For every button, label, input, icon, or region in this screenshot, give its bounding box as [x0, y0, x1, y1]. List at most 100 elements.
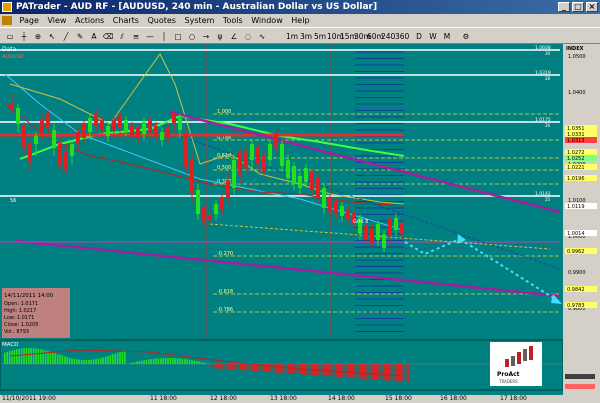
- macd-bar: [59, 354, 61, 364]
- macd-bar: [95, 359, 97, 364]
- macd-bar: [248, 364, 251, 371]
- macd-bar: [395, 364, 397, 381]
- candle-body: [76, 132, 80, 144]
- menu-page[interactable]: Page: [17, 14, 42, 27]
- horizontal-line-icon[interactable]: —: [144, 30, 156, 43]
- price-tag-label: 0.9962: [567, 249, 585, 255]
- new-icon[interactable]: ▭: [4, 30, 16, 43]
- settings-icon[interactable]: ⚙: [460, 30, 472, 43]
- tf-60m[interactable]: 60m: [367, 30, 384, 43]
- maximize-button[interactable]: □: [572, 2, 584, 12]
- tf-30m[interactable]: 30m: [354, 30, 371, 43]
- tf-360[interactable]: 360: [395, 30, 409, 43]
- candle-body: [58, 144, 62, 166]
- macd-bar: [356, 364, 359, 379]
- menu-charts[interactable]: Charts: [110, 14, 142, 27]
- tf-1m[interactable]: 1m: [286, 30, 298, 43]
- macd-label: MACD: [2, 342, 19, 348]
- macd-bar: [282, 364, 284, 374]
- macd-bar: [116, 352, 119, 364]
- fib-label: -0.270: [217, 251, 233, 257]
- erase-icon[interactable]: ⌫: [102, 30, 114, 43]
- macd-bar: [352, 364, 354, 378]
- macd-bar: [337, 364, 340, 377]
- info-date: 14/11/2011 14:00: [4, 293, 54, 299]
- pitchfork-icon[interactable]: ψ: [214, 30, 226, 43]
- gann-icon[interactable]: ∠: [228, 30, 240, 43]
- menu-view[interactable]: View: [44, 14, 69, 27]
- level-tag-sub: 28: [545, 76, 551, 81]
- tf-15m[interactable]: 15m: [340, 30, 357, 43]
- tf-240[interactable]: 240: [381, 30, 395, 43]
- macd-bar: [138, 361, 140, 364]
- level-tag-sub: 25: [545, 197, 551, 202]
- logo-text-2: TRADERS: [498, 379, 518, 384]
- close-button[interactable]: ×: [586, 2, 598, 12]
- price-tag-label: 0.9783: [567, 303, 585, 309]
- candle-body: [376, 224, 380, 240]
- macd-bar: [325, 364, 328, 377]
- tf-m[interactable]: M: [442, 30, 452, 43]
- tf-d[interactable]: D: [414, 30, 424, 43]
- menu-help[interactable]: Help: [288, 14, 312, 27]
- chart-area[interactable]: 1.000 0.786 0.618 0.500 0.382 -0.270 -0.618 -0.…: [0, 44, 600, 395]
- time-label: 14 18:00: [328, 395, 355, 402]
- info-vol: Vol.: 8793: [4, 329, 29, 335]
- draw-line-icon[interactable]: ╱: [60, 30, 72, 43]
- macd-bar: [366, 364, 368, 379]
- tf-10m[interactable]: 10m: [327, 30, 344, 43]
- macd-bar: [8, 351, 11, 364]
- window-title: PATrader - AUD RF - [AUDUSD, 240 min - A…: [16, 2, 378, 12]
- macd-bar: [164, 358, 167, 364]
- macd-bar: [54, 353, 56, 364]
- macd-bar: [328, 364, 330, 377]
- macd-bar: [160, 358, 162, 364]
- macd-bar: [30, 348, 32, 364]
- macd-bar: [143, 360, 145, 364]
- candle-body: [10, 104, 14, 110]
- channel-icon[interactable]: ⫽: [116, 30, 128, 43]
- vertical-line-icon[interactable]: │: [158, 30, 170, 43]
- document-icon[interactable]: [2, 16, 12, 25]
- macd-bar: [220, 364, 222, 369]
- macd-bar: [347, 364, 349, 378]
- zoom-icon[interactable]: ⊕: [32, 30, 44, 43]
- macd-bar: [150, 359, 152, 364]
- macd-bar: [340, 364, 342, 378]
- menu-actions[interactable]: Actions: [72, 14, 107, 27]
- menu-system[interactable]: System: [182, 14, 218, 27]
- macd-bar: [83, 359, 85, 364]
- macd-bar: [186, 359, 188, 364]
- macd-bar: [40, 349, 42, 364]
- menu-quotes[interactable]: Quotes: [144, 14, 179, 27]
- rectangle-icon[interactable]: □: [172, 30, 184, 43]
- tf-3m[interactable]: 3m: [300, 30, 312, 43]
- candle-body: [370, 228, 374, 244]
- macd-bar: [107, 355, 109, 364]
- candle-body: [118, 116, 122, 128]
- menu-tools[interactable]: Tools: [220, 14, 246, 27]
- macd-bar: [140, 360, 143, 364]
- crosshair-icon[interactable]: ┼: [18, 30, 30, 43]
- candle-body: [28, 144, 32, 162]
- pencil-icon[interactable]: ✎: [74, 30, 86, 43]
- toolbar: ▭ ┼ ⊕ ↖ ╱ ✎ A ⌫ ⫽ ≡ — │ □ ○ → ψ ∠ ◌ ∿ 1m…: [0, 27, 600, 44]
- arrow-icon[interactable]: →: [200, 30, 212, 43]
- text-icon[interactable]: A: [88, 30, 100, 43]
- symbol-label: AUDUSD: [2, 54, 24, 60]
- price-chart[interactable]: 1.0000.7860.6180.5000.382-0.270-0.618-0.…: [0, 44, 600, 395]
- macd-bar: [292, 364, 294, 374]
- macd-bar: [272, 364, 275, 373]
- macd-bar: [179, 358, 181, 364]
- minimize-button[interactable]: _: [558, 2, 570, 12]
- ellipse-icon[interactable]: ○: [186, 30, 198, 43]
- menu-window[interactable]: Window: [248, 14, 286, 27]
- cursor-icon[interactable]: ↖: [46, 30, 58, 43]
- tf-w[interactable]: W: [428, 30, 438, 43]
- cycle-icon[interactable]: ◌: [242, 30, 254, 43]
- wave-icon[interactable]: ∿: [256, 30, 268, 43]
- tf-5m[interactable]: 5m: [314, 30, 326, 43]
- fibonacci-icon[interactable]: ≡: [130, 30, 142, 43]
- candle-body: [124, 120, 128, 132]
- macd-bar: [172, 358, 174, 364]
